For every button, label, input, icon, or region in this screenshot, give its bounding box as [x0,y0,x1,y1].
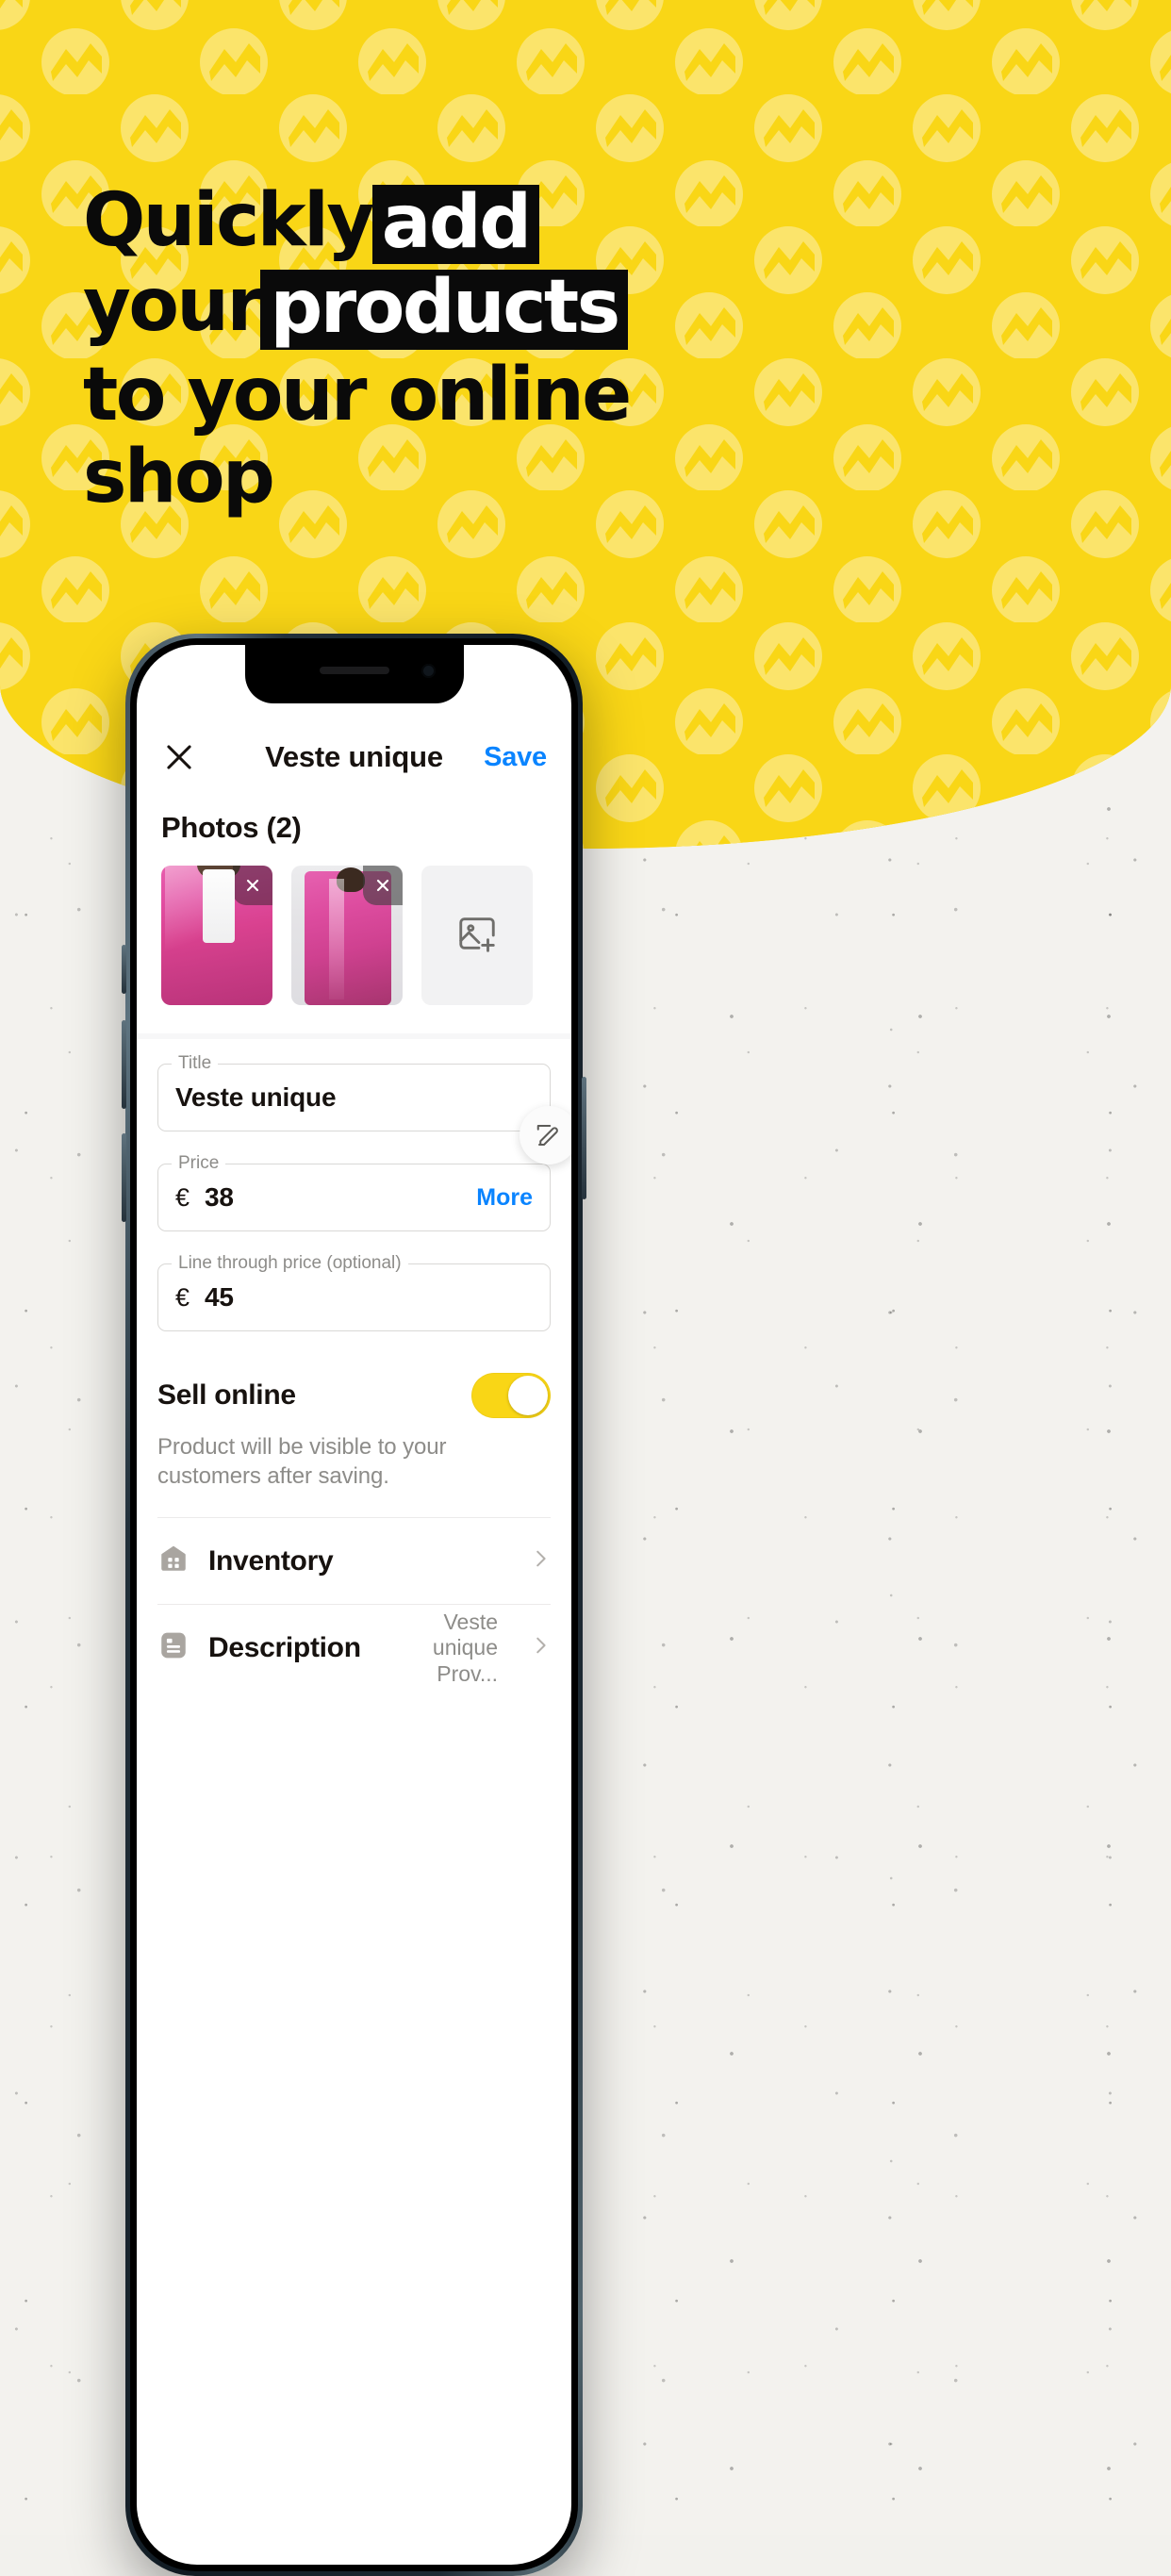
line-through-price-label: Line through price (optional) [172,1253,408,1274]
headline-line-3: to your online [83,352,632,438]
add-image-icon [455,912,499,960]
phone-mute-switch [122,945,126,994]
product-edit-screen: Veste unique Save Photos (2) Title Veste… [137,645,571,2565]
price-field-value: 38 [205,1182,234,1212]
photo-thumbnail[interactable] [161,866,272,1005]
price-field[interactable]: Price € 38 More [157,1153,551,1231]
photo-thumbnail[interactable] [291,866,403,1005]
sell-online-description: Product will be visible to your customer… [157,1434,447,1489]
list-item-label: Description [208,1631,361,1663]
headline-word-your: your [83,263,263,349]
chevron-right-icon [530,1548,551,1574]
product-form: Title Veste unique Price € 38 More Line … [137,1053,571,1331]
price-field-label: Price [172,1153,226,1174]
headline-word-quickly: Quickly [83,178,374,263]
title-field-label: Title [172,1053,219,1074]
remove-photo-icon[interactable] [233,866,272,905]
phone-volume-up-button [122,1020,126,1109]
chevron-right-icon [530,1635,551,1660]
phone-power-button [582,1077,586,1199]
title-field[interactable]: Title Veste unique [157,1053,571,1164]
headline-word-add: add [371,185,539,265]
app-navbar: Veste unique Save [137,717,571,798]
price-more-link[interactable]: More [476,1184,533,1212]
earpiece-speaker [319,667,389,674]
list-item-description[interactable]: Description Veste unique Prov... [157,1604,551,1691]
sell-online-row: Sell online [137,1363,571,1418]
photos-heading: Photos (2) [161,811,302,844]
photo-thumbnail-list [137,845,571,1033]
list-item-value: Veste unique Prov... [432,1610,498,1686]
description-icon [157,1629,190,1666]
phone-notch [244,645,464,703]
phone-mockup: Veste unique Save Photos (2) Title Veste… [122,634,586,2576]
edit-button[interactable] [520,1106,571,1164]
headline-line-4: shop [83,435,275,520]
list-item-label: Inventory [208,1544,334,1577]
line-through-price-value: 45 [205,1282,234,1312]
warehouse-icon [157,1543,190,1579]
title-field-value: Veste unique [175,1082,337,1112]
headline-line-2: your products [83,269,668,350]
save-button[interactable]: Save [484,742,547,773]
headline-word-products: products [260,270,628,350]
hero-headline: Quickly add your products to your online s… [83,184,668,520]
phone-volume-down-button [122,1133,126,1222]
headline-line-1: Quickly add [83,184,668,265]
remove-photo-icon[interactable] [363,866,403,905]
front-camera-icon [421,664,436,678]
list-item-inventory[interactable]: Inventory [157,1517,551,1604]
line-through-currency-symbol: € [175,1282,190,1312]
close-icon[interactable] [161,739,197,775]
sell-online-label: Sell online [157,1379,296,1411]
add-photo-button[interactable] [421,866,533,1005]
price-currency-symbol: € [175,1182,190,1212]
phone-bezel: Veste unique Save Photos (2) Title Veste… [130,638,578,2571]
line-through-price-field[interactable]: Line through price (optional) € 45 [157,1253,551,1331]
sell-online-toggle[interactable] [471,1373,551,1418]
toggle-knob [508,1376,548,1415]
photo-model-head [337,867,365,892]
settings-list: Inventory Description Veste unique Prov.… [137,1517,571,1691]
phone-screen: Veste unique Save Photos (2) Title Veste… [137,645,571,2565]
